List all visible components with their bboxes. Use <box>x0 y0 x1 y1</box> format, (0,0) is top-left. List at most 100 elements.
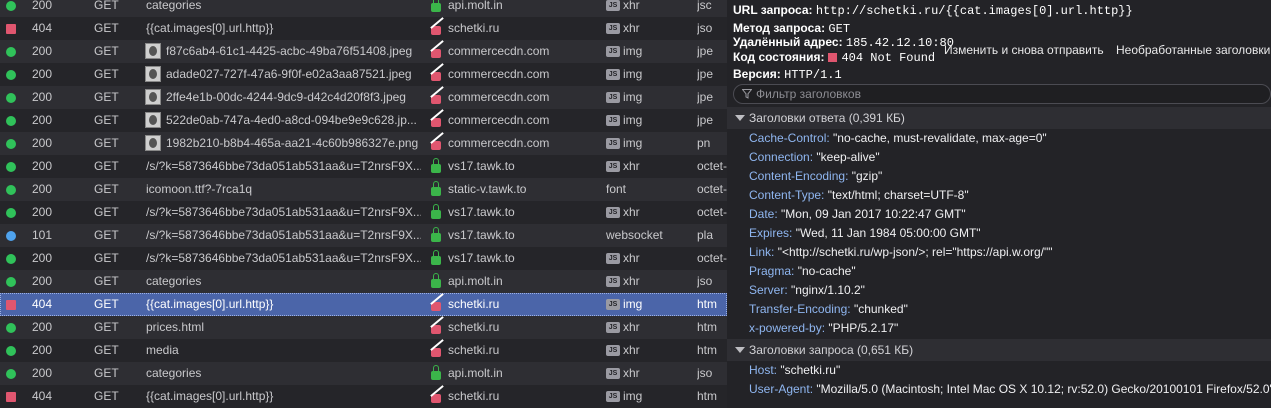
header-line[interactable]: Connection: "keep-alive" <box>749 148 880 167</box>
request-row[interactable]: 200 GET 1982b210-b8b4-465a-aa21-4c60b98632… <box>0 132 727 155</box>
request-row[interactable]: 200 GET media schetki.ru JS xhr htm <box>0 339 727 362</box>
js-badge-icon: JS <box>606 207 620 218</box>
request-cause: xhr <box>623 205 640 219</box>
request-cause: xhr <box>623 343 640 357</box>
edit-resend-button[interactable]: Изменить и снова отправить <box>941 40 1107 60</box>
insecure-lock-icon <box>431 302 441 311</box>
request-method: GET <box>94 251 119 265</box>
header-value: "Wed, 11 Jan 1984 05:00:00 GMT" <box>795 226 981 240</box>
header-line[interactable]: Transfer-Encoding: "chunked" <box>749 300 908 319</box>
header-name: Server: <box>749 283 788 297</box>
header-name: Date: <box>749 207 778 221</box>
status-indicator-icon <box>6 392 16 402</box>
request-file: 522de0ab-747a-4ed0-a8cd-094be9e9c628.jp.… <box>166 113 417 127</box>
request-type: htm <box>697 389 718 403</box>
collapse-triangle-icon <box>735 347 745 353</box>
js-badge-icon: JS <box>606 276 620 287</box>
request-cause: xhr <box>623 366 640 380</box>
request-file: categories <box>146 0 202 12</box>
header-name: Pragma: <box>749 264 795 278</box>
header-line[interactable]: Content-Type: "text/html; charset=UTF-8" <box>749 186 969 205</box>
request-method: GET <box>94 320 119 334</box>
secure-lock-icon <box>431 204 441 219</box>
js-badge-icon: JS <box>606 299 620 310</box>
request-type: octet- <box>697 251 727 265</box>
request-row[interactable]: 101 GET/s/?k=5873646bbe73da051ab531aa&u=T… <box>0 224 727 247</box>
status-code-label: Код состояния: <box>733 50 825 64</box>
request-domain: schetki.ru <box>448 21 500 35</box>
request-type: jpe <box>697 67 714 81</box>
raw-headers-button[interactable]: Необработанные заголовки <box>1113 40 1271 60</box>
filter-icon <box>742 89 752 99</box>
header-name: Content-Type: <box>749 188 825 202</box>
header-line[interactable]: Server: "nginx/1.10.2" <box>749 281 865 300</box>
header-name: User-Agent: <box>749 382 814 396</box>
js-badge-icon: JS <box>606 69 620 80</box>
http-version-line: Версия: HTTP/1.1 <box>733 65 842 83</box>
request-row[interactable]: 200 GET/s/?k=5873646bbe73da051ab531aa&u=T… <box>0 247 727 270</box>
request-row[interactable]: 404 GET {{cat.images[0].url.http}} schetki.… <box>0 17 727 40</box>
request-type: jsc <box>697 0 712 12</box>
header-name: Expires: <box>749 226 793 240</box>
request-file: /s/?k=5873646bbe73da051ab531aa&u=T2nrsF9… <box>146 251 421 265</box>
request-cause: img <box>623 389 643 403</box>
request-type: jpe <box>697 44 714 58</box>
request-type: octet- <box>697 182 727 196</box>
status-indicator-icon <box>6 300 16 310</box>
status-code-value: 404 Not Found <box>841 51 936 65</box>
js-badge-icon: JS <box>606 138 620 149</box>
request-row[interactable]: 200 GET categories api.molt.in JS xhr jso <box>0 362 727 385</box>
status-code: 200 <box>32 67 53 81</box>
request-file: 2ffe4e1b-00dc-4244-9dc9-d42c4d20f8f3.jpe… <box>166 90 406 104</box>
request-headers-section[interactable]: Заголовки запроса (0,651 КБ) <box>727 339 1271 361</box>
header-name: Content-Encoding: <box>749 169 849 183</box>
response-headers-section[interactable]: Заголовки ответа (0,391 КБ) <box>727 107 1271 129</box>
request-row[interactable]: 200 GET icomoon.ttf?-7rca1q static-v.tawk.t… <box>0 178 727 201</box>
request-file: {{cat.images[0].url.http}} <box>146 21 274 35</box>
request-row[interactable]: 200 GET 2ffe4e1b-00dc-4244-9dc9-d42c4d20f8… <box>0 86 727 109</box>
status-indicator-icon <box>6 231 16 241</box>
header-filter-box[interactable] <box>733 84 1271 104</box>
js-badge-icon: JS <box>606 92 620 103</box>
status-code: 200 <box>32 159 53 173</box>
request-file: icomoon.ttf?-7rca1q <box>146 182 253 196</box>
request-row[interactable]: 200 GET adade027-727f-47a6-9f0f-e02a3aa875… <box>0 63 727 86</box>
js-badge-icon: JS <box>606 253 620 264</box>
header-line[interactable]: Pragma: "no-cache" <box>749 262 856 281</box>
header-line[interactable]: Date: "Mon, 09 Jan 2017 10:22:47 GMT" <box>749 205 966 224</box>
request-row[interactable]: 200 GET categories api.molt.in JS xhr jso <box>0 270 727 293</box>
header-filter-input[interactable] <box>756 85 1256 103</box>
header-value: "text/html; charset=UTF-8" <box>827 188 969 202</box>
request-row[interactable]: 200 GET 522de0ab-747a-4ed0-a8cd-094be9e9c6… <box>0 109 727 132</box>
response-headers-title: Заголовки ответа (0,391 КБ) <box>749 111 905 125</box>
request-url-value: http://schetki.ru/{{cat.images[0].url.ht… <box>815 4 1133 18</box>
request-row[interactable]: 200 GET prices.html schetki.ru JS xhr htm <box>0 316 727 339</box>
header-line[interactable]: Host: "schetki.ru" <box>749 361 840 380</box>
request-file: prices.html <box>146 320 205 334</box>
request-row[interactable]: 404 GET {{cat.images[0].url.http}} schetki.… <box>0 293 727 316</box>
status-code: 200 <box>32 136 53 150</box>
status-code-line: Код состояния: 404 Not Found <box>733 48 935 66</box>
request-row[interactable]: 200 GET/s/?k=5873646bbe73da051ab531aa&u=T… <box>0 155 727 178</box>
insecure-lock-icon <box>431 72 441 81</box>
header-line[interactable]: Cache-Control: "no-cache, must-revalidat… <box>749 129 1047 148</box>
header-name: Cache-Control: <box>749 131 830 145</box>
request-row[interactable]: 200 GET f87c6ab4-61c1-4425-acbc-49ba76f514… <box>0 40 727 63</box>
request-row[interactable]: 404 GET {{cat.images[0].url.http}} schetki.… <box>0 385 727 408</box>
request-row[interactable]: 200 GET categories api.molt.in JS xhr jsc <box>0 0 727 17</box>
header-value: "no-cache" <box>797 264 856 278</box>
header-line[interactable]: Expires: "Wed, 11 Jan 1984 05:00:00 GMT" <box>749 224 981 243</box>
status-indicator-icon <box>6 254 16 264</box>
request-method: GET <box>94 297 119 311</box>
header-line[interactable]: Link: "<http://schetki.ru/wp-json/>; rel… <box>749 243 1053 262</box>
request-file: {{cat.images[0].url.http}} <box>146 389 274 403</box>
request-domain: api.molt.in <box>448 366 503 380</box>
request-domain: vs17.tawk.to <box>448 228 515 242</box>
header-line[interactable]: x-powered-by: "PHP/5.2.17" <box>749 319 898 338</box>
js-badge-icon: JS <box>606 115 620 126</box>
header-line[interactable]: User-Agent: "Mozilla/5.0 (Macintosh; Int… <box>749 380 1271 399</box>
request-method: GET <box>94 389 119 403</box>
request-row[interactable]: 200 GET/s/?k=5873646bbe73da051ab531aa&u=T… <box>0 201 727 224</box>
header-line[interactable]: Content-Encoding: "gzip" <box>749 167 882 186</box>
request-type: pla <box>697 228 714 242</box>
